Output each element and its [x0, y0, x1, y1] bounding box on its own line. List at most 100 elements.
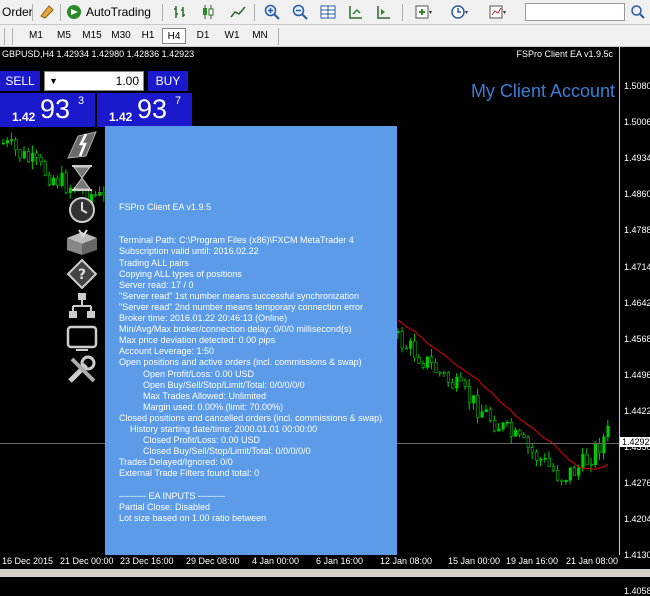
buy-price[interactable]: 1.42 93 7	[97, 93, 192, 127]
info-line: Broker time: 2016.01.22 20:46:13 (Online…	[119, 313, 288, 323]
search-input[interactable]	[525, 3, 625, 21]
timeframe-mn[interactable]: MN	[248, 28, 272, 44]
time-tick-label: 23 Dec 16:00	[120, 556, 174, 566]
buy-price-big: 93	[137, 94, 168, 124]
candle-body	[606, 425, 610, 438]
time-scale[interactable]: 16 Dec 2015 21 Dec 00:00 23 Dec 16:00 29 De…	[0, 555, 619, 569]
candlestick-icon[interactable]	[198, 3, 218, 21]
timeframe-m30[interactable]: M30	[108, 28, 134, 44]
lot-size-input[interactable]: ▼ 1.00	[44, 71, 144, 91]
candle-body	[568, 467, 572, 481]
info-line: Account Leverage: 1:50	[119, 346, 215, 357]
timeframe-m15[interactable]: M15	[79, 28, 105, 44]
candle-body	[400, 331, 404, 349]
price-tick-label: 1.4788	[624, 225, 650, 236]
chart-shift-icon[interactable]	[374, 3, 394, 21]
tools-icon[interactable]	[62, 354, 102, 386]
display-icon[interactable]	[62, 322, 102, 354]
candle-body	[417, 357, 421, 364]
metaeditor-icon[interactable]	[37, 3, 57, 21]
timeframe-h4[interactable]: H4	[162, 28, 186, 44]
candle-body	[514, 429, 518, 437]
timeframe-m5[interactable]: M5	[52, 28, 76, 44]
buy-button[interactable]: BUY	[148, 71, 188, 91]
periods-icon[interactable]	[450, 3, 470, 21]
bar-chart-icon[interactable]	[170, 3, 190, 21]
candle-body	[480, 411, 484, 418]
candle-body	[585, 454, 589, 465]
candle-body	[413, 340, 417, 359]
candle-body	[560, 479, 564, 483]
autotrading-icon[interactable]	[64, 3, 84, 21]
info-line: Min/Avg/Max broker/connection delay: 0/0…	[119, 324, 352, 335]
candle-body	[14, 139, 18, 151]
info-line: Trading ALL pairs	[119, 257, 189, 268]
lot-decrease-icon[interactable]: ▼	[49, 72, 58, 90]
tile-windows-icon[interactable]	[318, 3, 338, 21]
templates-icon[interactable]	[488, 3, 508, 21]
sell-price-sup: 3	[78, 95, 85, 107]
new-order-button[interactable]: Order	[2, 0, 33, 25]
toolbar-separator	[4, 28, 5, 45]
candle-body	[409, 340, 413, 349]
timeframe-m1[interactable]: M1	[24, 28, 48, 44]
time-tick-label: 6 Jan 16:00	[316, 556, 364, 566]
candle-body	[493, 420, 497, 432]
sell-price[interactable]: 1.42 93 3	[0, 93, 95, 127]
price-tick-label: 1.4714	[624, 261, 650, 272]
candle-body	[602, 436, 606, 454]
candle-body	[43, 161, 47, 176]
toolbar-separator	[32, 4, 33, 21]
info-line: Open Buy/Sell/Stop/Limit/Total: 0/0/0/0/…	[143, 379, 305, 390]
price-scale[interactable]: 1.5080 1.5006 1.4934 1.4860 1.4788 1.4714 1.46…	[619, 47, 650, 596]
info-line: Closed positions and cancelled orders (i…	[119, 412, 383, 423]
info-line: Open Profit/Loss: 0.00 USD	[143, 368, 255, 379]
candle-body	[467, 386, 472, 404]
help-icon[interactable]: ?	[62, 258, 102, 290]
time-tick-label: 29 Dec 08:00	[186, 556, 240, 566]
price-tick-label: 1.4860	[624, 189, 650, 200]
sell-button[interactable]: SELL	[0, 71, 40, 91]
time-tick-label: 21 Jan 08:00	[566, 556, 619, 566]
candle-body	[31, 152, 35, 162]
box-icon[interactable]	[62, 226, 102, 258]
timeframe-w1[interactable]: W1	[220, 28, 244, 44]
toolbar-separator	[402, 4, 403, 21]
info-line: Closed Buy/Sell/Stop/Limit/Total: 0/0/0/…	[143, 446, 311, 457]
indicators-icon[interactable]	[414, 3, 434, 21]
candle-body	[434, 362, 438, 373]
candle-body	[488, 409, 493, 421]
search-icon[interactable]	[628, 3, 648, 21]
buy-price-sup: 7	[175, 95, 182, 107]
hourglass-icon[interactable]	[62, 162, 102, 194]
candle-body	[539, 458, 543, 461]
time-tick-label: 21 Dec 00:00	[60, 556, 114, 566]
time-tick-label: 4 Jan 00:00	[252, 556, 300, 566]
zoom-out-icon[interactable]	[290, 3, 310, 21]
network-icon[interactable]	[62, 290, 102, 322]
candle-body	[505, 421, 509, 424]
candle-body	[396, 331, 400, 334]
clock-icon[interactable]	[62, 194, 102, 226]
timeframes-toolbar: M1 M5 M15 M30 H1 H4 D1 W1 MN	[0, 25, 650, 47]
candle-body	[438, 371, 442, 374]
autotrading-button[interactable]: AutoTrading	[86, 0, 151, 25]
timeframe-h1[interactable]: H1	[137, 28, 159, 44]
candle-body	[581, 454, 585, 469]
moving-average-line	[397, 319, 609, 470]
candle-body	[5, 140, 10, 144]
line-chart-icon[interactable]	[228, 3, 248, 21]
sell-price-prefix: 1.42	[12, 110, 36, 124]
candle-body	[22, 151, 26, 159]
chart-scroll-icon[interactable]	[346, 3, 366, 21]
candle-body	[1, 142, 5, 145]
zoom-in-icon[interactable]	[262, 3, 282, 21]
candle-body	[530, 447, 535, 453]
lightning-icon[interactable]	[62, 130, 102, 162]
candle-body	[543, 457, 547, 460]
candle-body	[484, 409, 488, 413]
info-line: --------- EA INPUTS ---------	[119, 490, 225, 501]
chart-area[interactable]: GBPUSD,H4 1.42934 1.42980 1.42836 1.4292…	[0, 47, 619, 555]
timeframe-d1[interactable]: D1	[192, 28, 214, 44]
price-tick-label: 1.4934	[624, 153, 650, 164]
